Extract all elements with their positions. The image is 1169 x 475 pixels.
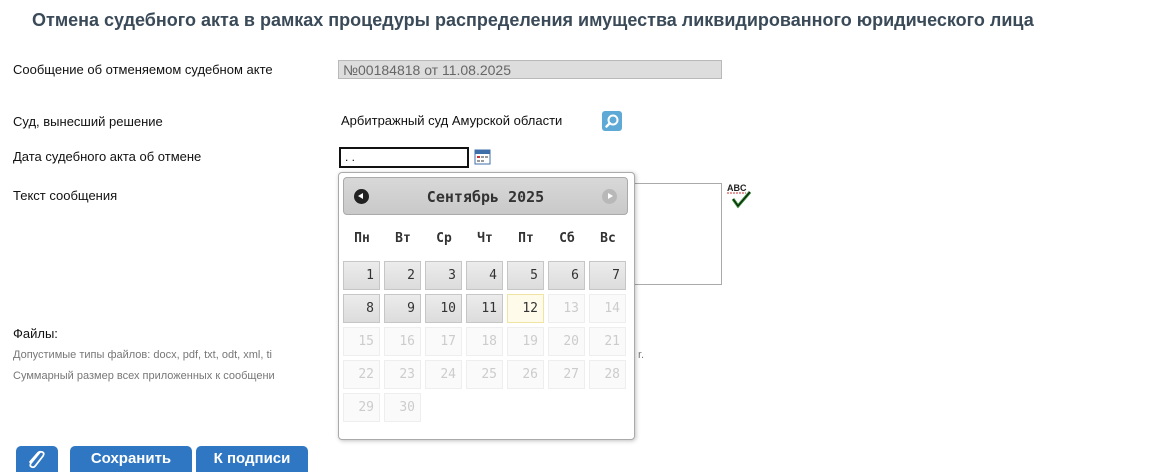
calendar-day[interactable]: 5	[507, 261, 544, 290]
weekday-header: Вт	[395, 231, 411, 246]
calendar-day: 30	[384, 393, 421, 422]
file-types-note: Допустимые типы файлов: docx, pdf, txt, …	[13, 349, 272, 361]
calendar-day[interactable]: 9	[384, 294, 421, 323]
calendar-day: 15	[343, 327, 380, 356]
court-value: Арбитражный суд Амурской области	[341, 113, 563, 128]
next-month-icon[interactable]	[602, 189, 617, 204]
date-input[interactable]: . .	[339, 147, 469, 168]
weekday-header: Сб	[559, 231, 575, 246]
court-label: Суд, вынесший решение	[13, 114, 163, 129]
text-label: Текст сообщения	[13, 188, 118, 203]
calendar-day[interactable]: 12	[507, 294, 544, 323]
paperclip-icon	[29, 450, 45, 469]
magnifier-icon[interactable]	[602, 111, 622, 131]
calendar-day[interactable]: 6	[548, 261, 585, 290]
page-title: Отмена судебного акта в рамках процедуры…	[32, 10, 1034, 30]
calendar-day[interactable]: 7	[589, 261, 626, 290]
calendar-day: 22	[343, 360, 380, 389]
calendar-day: 28	[589, 360, 626, 389]
calendar-day[interactable]: 11	[466, 294, 503, 323]
calendar-day[interactable]: 1	[343, 261, 380, 290]
message-label: Сообщение об отменяемом судебном акте	[13, 62, 273, 77]
calendar-day[interactable]: 4	[466, 261, 503, 290]
file-types-note-tail: r.	[638, 349, 645, 361]
calendar-day: 21	[589, 327, 626, 356]
attach-button[interactable]	[16, 446, 58, 472]
calendar-day: 14	[589, 294, 626, 323]
calendar-day: 29	[343, 393, 380, 422]
calendar-day: 18	[466, 327, 503, 356]
calendar-day[interactable]: 8	[343, 294, 380, 323]
weekday-header: Ср	[436, 231, 452, 246]
calendar-day: 26	[507, 360, 544, 389]
weekday-header: Пт	[518, 231, 534, 246]
message-text-area[interactable]	[628, 183, 722, 285]
date-label: Дата судебного акта об отмене	[13, 149, 202, 164]
calendar-day: 27	[548, 360, 585, 389]
svg-text:ABC: ABC	[727, 183, 747, 193]
weekday-header: Вс	[600, 231, 616, 246]
calendar-icon[interactable]	[474, 148, 491, 165]
calendar-day: 16	[384, 327, 421, 356]
calendar-day: 20	[548, 327, 585, 356]
weekday-header: Пн	[354, 231, 370, 246]
calendar-day: 24	[425, 360, 462, 389]
file-size-note: Суммарный размер всех приложенных к сооб…	[13, 370, 275, 382]
datepicker: Сентябрь 2025 Пн Вт Ср Чт Пт Сб Вс 1 2 3 4 5 6 7 8 9 10 1…	[338, 172, 635, 440]
spellcheck-icon[interactable]: ABC	[726, 182, 754, 210]
message-field: №00184818 от 11.08.2025	[338, 60, 722, 79]
calendar-day: 23	[384, 360, 421, 389]
calendar-day[interactable]: 3	[425, 261, 462, 290]
calendar-day: 19	[507, 327, 544, 356]
calendar-day[interactable]: 10	[425, 294, 462, 323]
save-button[interactable]: Сохранить	[70, 446, 192, 472]
files-label: Файлы:	[13, 326, 58, 341]
weekday-header: Чт	[477, 231, 493, 246]
calendar-day: 25	[466, 360, 503, 389]
calendar-day: 13	[548, 294, 585, 323]
calendar-day[interactable]: 2	[384, 261, 421, 290]
datepicker-header: Сентябрь 2025	[343, 177, 628, 215]
sign-button[interactable]: К подписи	[196, 446, 308, 472]
calendar-day: 17	[425, 327, 462, 356]
datepicker-month-title: Сентябрь 2025	[426, 188, 545, 206]
